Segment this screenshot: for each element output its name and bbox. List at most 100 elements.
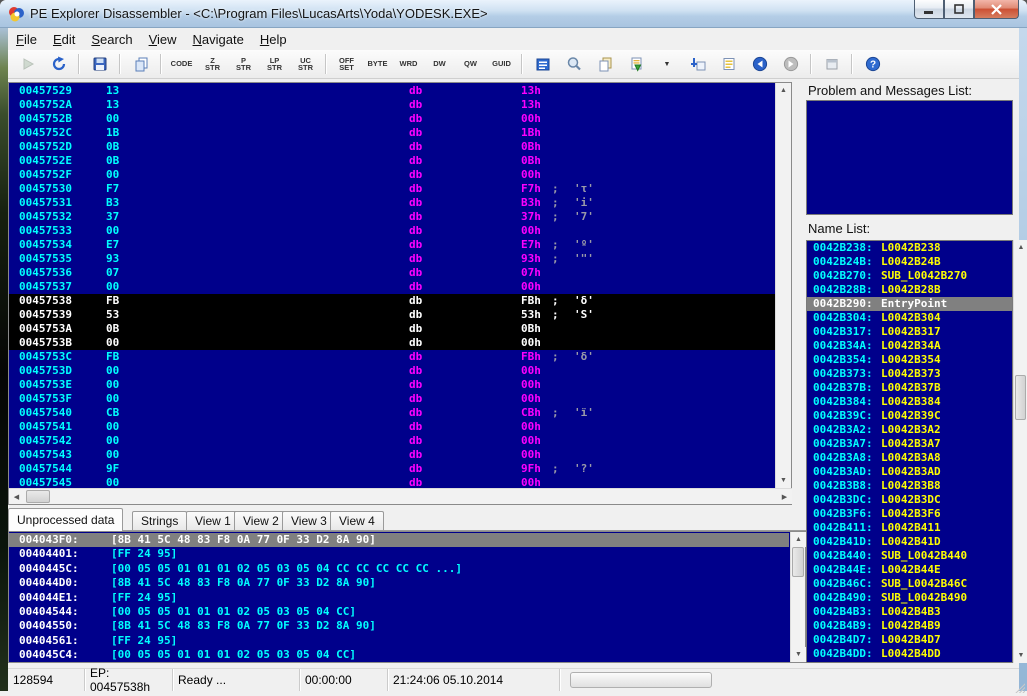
disasm-row[interactable]: 0045752A13db13h (9, 98, 776, 112)
hex-row[interactable]: 004043F0:[8B 41 5C 48 83 F8 0A 77 0F 33 … (9, 533, 789, 547)
name-row[interactable]: 0042B3B8:L0042B3B8 (807, 479, 1012, 493)
name-row[interactable]: 0042B24B:L0042B24B (807, 255, 1012, 269)
scroll-up-icon[interactable]: ▲ (791, 532, 806, 547)
tab-view-4[interactable]: View 4 (330, 511, 384, 530)
name-row[interactable]: 0042B4DD:L0042B4DD (807, 647, 1012, 661)
close-button[interactable] (974, 0, 1019, 19)
hex-row[interactable]: 00404544:[00 05 05 01 01 01 02 05 03 05 … (9, 605, 789, 619)
name-row[interactable]: 0042B270:SUB_L0042B270 (807, 269, 1012, 283)
p-str-button[interactable]: P STR (229, 52, 258, 77)
name-row[interactable]: 0042B238:L0042B238 (807, 241, 1012, 255)
back-button[interactable] (745, 52, 774, 77)
name-row[interactable]: 0042B3A2:L0042B3A2 (807, 423, 1012, 437)
name-list-scrollbar[interactable]: ▲ ▼ (1013, 240, 1027, 663)
name-row[interactable]: 0042B317:L0042B317 (807, 325, 1012, 339)
disasm-row[interactable]: 0045753593db93h;'"' (9, 252, 776, 266)
problems-list[interactable] (806, 100, 1013, 215)
name-row[interactable]: 0042B4D7:L0042B4D7 (807, 633, 1012, 647)
scroll-down-icon[interactable]: ▼ (791, 647, 806, 662)
window-button[interactable] (817, 52, 846, 77)
copy-button[interactable] (126, 52, 155, 77)
tab-view-1[interactable]: View 1 (186, 511, 240, 530)
hex-row[interactable]: 004044D0:[8B 41 5C 48 83 F8 0A 77 0F 33 … (9, 576, 789, 590)
disasm-row[interactable]: 0045753607db07h (9, 266, 776, 280)
disassembly-vscrollbar[interactable]: ▲ ▼ (775, 83, 791, 488)
name-row[interactable]: 0042B41D:L0042B41D (807, 535, 1012, 549)
disasm-row[interactable]: 0045753CFBdbFBh;'δ' (9, 350, 776, 364)
name-row[interactable]: 0042B440:SUB_L0042B440 (807, 549, 1012, 563)
uc-str-button[interactable]: UC STR (291, 52, 320, 77)
resize-grip[interactable] (1012, 680, 1025, 693)
disasm-row[interactable]: 00457534E7dbE7h;'º' (9, 238, 776, 252)
disassembly-hscrollbar[interactable]: ◀ ▶ (9, 488, 792, 504)
name-row[interactable]: 0042B39C:L0042B39C (807, 409, 1012, 423)
disasm-row[interactable]: 0045753300db00h (9, 224, 776, 238)
disasm-row[interactable]: 004575449Fdb9Fh;'?' (9, 462, 776, 476)
menu-help[interactable]: Help (252, 30, 295, 49)
hscroll-thumb[interactable] (26, 490, 50, 503)
name-row[interactable]: 0042B28B:L0042B28B (807, 283, 1012, 297)
save-button[interactable] (85, 52, 114, 77)
name-row[interactable]: 0042B3F6:L0042B3F6 (807, 507, 1012, 521)
hex-row[interactable]: 00404550:[8B 41 5C 48 83 F8 0A 77 0F 33 … (9, 619, 789, 633)
disasm-row[interactable]: 0045753700db00h (9, 280, 776, 294)
name-row[interactable]: 0042B411:L0042B411 (807, 521, 1012, 535)
name-row[interactable]: 0042B34A:L0042B34A (807, 339, 1012, 353)
minimize-button[interactable] (914, 0, 944, 19)
disasm-row[interactable]: 0045753953db53h;'S' (9, 308, 776, 322)
byte-button[interactable]: BYTE (363, 52, 392, 77)
name-row[interactable]: 0042B44E:L0042B44E (807, 563, 1012, 577)
tab-strings[interactable]: Strings (132, 511, 187, 530)
name-row[interactable]: 0042B304:L0042B304 (807, 311, 1012, 325)
list-view-button[interactable] (528, 52, 557, 77)
qw-button[interactable]: QW (456, 52, 485, 77)
name-row[interactable]: 0042B384:L0042B384 (807, 395, 1012, 409)
name-row[interactable]: 0042B46C:SUB_L0042B46C (807, 577, 1012, 591)
disasm-row[interactable]: 0045753F00db00h (9, 392, 776, 406)
print-list-button[interactable] (714, 52, 743, 77)
vscroll-thumb[interactable] (1015, 375, 1026, 420)
name-row[interactable]: 0042B4B3:L0042B4B3 (807, 605, 1012, 619)
run-button[interactable] (13, 52, 42, 77)
export-button[interactable] (621, 52, 650, 77)
disasm-row[interactable]: 0045754100db00h (9, 420, 776, 434)
disasm-row[interactable]: 00457538FBdbFBh;'δ' (9, 294, 776, 308)
wrd-button[interactable]: WRD (394, 52, 423, 77)
tab-view-3[interactable]: View 3 (282, 511, 336, 530)
disasm-row[interactable]: 0045753A0Bdb0Bh (9, 322, 776, 336)
name-row[interactable]: 0042B373:L0042B373 (807, 367, 1012, 381)
menu-navigate[interactable]: Navigate (185, 30, 252, 49)
z-str-button[interactable]: Z STR (198, 52, 227, 77)
menu-view[interactable]: View (141, 30, 185, 49)
hex-row[interactable]: 00404561:[FF 24 95] (9, 634, 789, 648)
forward-button[interactable] (776, 52, 805, 77)
disasm-row[interactable]: 0045752B00db00h (9, 112, 776, 126)
hexdump-vscrollbar[interactable]: ▲ ▼ (790, 532, 805, 662)
disasm-row[interactable]: 00457531B3dbB3h;'i' (9, 196, 776, 210)
disasm-row[interactable]: 0045753237db37h;'7' (9, 210, 776, 224)
tab-unprocessed-data[interactable]: Unprocessed data (8, 508, 123, 531)
disasm-row[interactable]: 0045753E00db00h (9, 378, 776, 392)
scroll-left-icon[interactable]: ◀ (9, 489, 24, 504)
lp-str-button[interactable]: LP STR (260, 52, 289, 77)
find-button[interactable] (559, 52, 588, 77)
name-row[interactable]: 0042B3A8:L0042B3A8 (807, 451, 1012, 465)
refresh-button[interactable] (44, 52, 73, 77)
scroll-right-icon[interactable]: ▶ (777, 489, 792, 504)
name-row[interactable]: 0042B490:SUB_L0042B490 (807, 591, 1012, 605)
name-row[interactable]: 0042B3DC:L0042B3DC (807, 493, 1012, 507)
dw-button[interactable]: DW (425, 52, 454, 77)
scroll-up-icon[interactable]: ▲ (776, 83, 791, 98)
disasm-row[interactable]: 0045753B00db00h (9, 336, 776, 350)
menu-edit[interactable]: Edit (45, 30, 83, 49)
offset-button[interactable]: OFF SET (332, 52, 361, 77)
help-button[interactable]: ? (858, 52, 887, 77)
vscroll-thumb[interactable] (792, 547, 804, 577)
tab-view-2[interactable]: View 2 (234, 511, 288, 530)
hex-row[interactable]: 0040445C:[00 05 05 01 01 01 02 05 03 05 … (9, 562, 789, 576)
guid-button[interactable]: GUID (487, 52, 516, 77)
disasm-row[interactable]: 0045752E0Bdb0Bh (9, 154, 776, 168)
disasm-row[interactable]: 00457530F7dbF7h;'τ' (9, 182, 776, 196)
disasm-row[interactable]: 0045754200db00h (9, 434, 776, 448)
export-dropdown-button[interactable]: ▼ (652, 52, 681, 77)
